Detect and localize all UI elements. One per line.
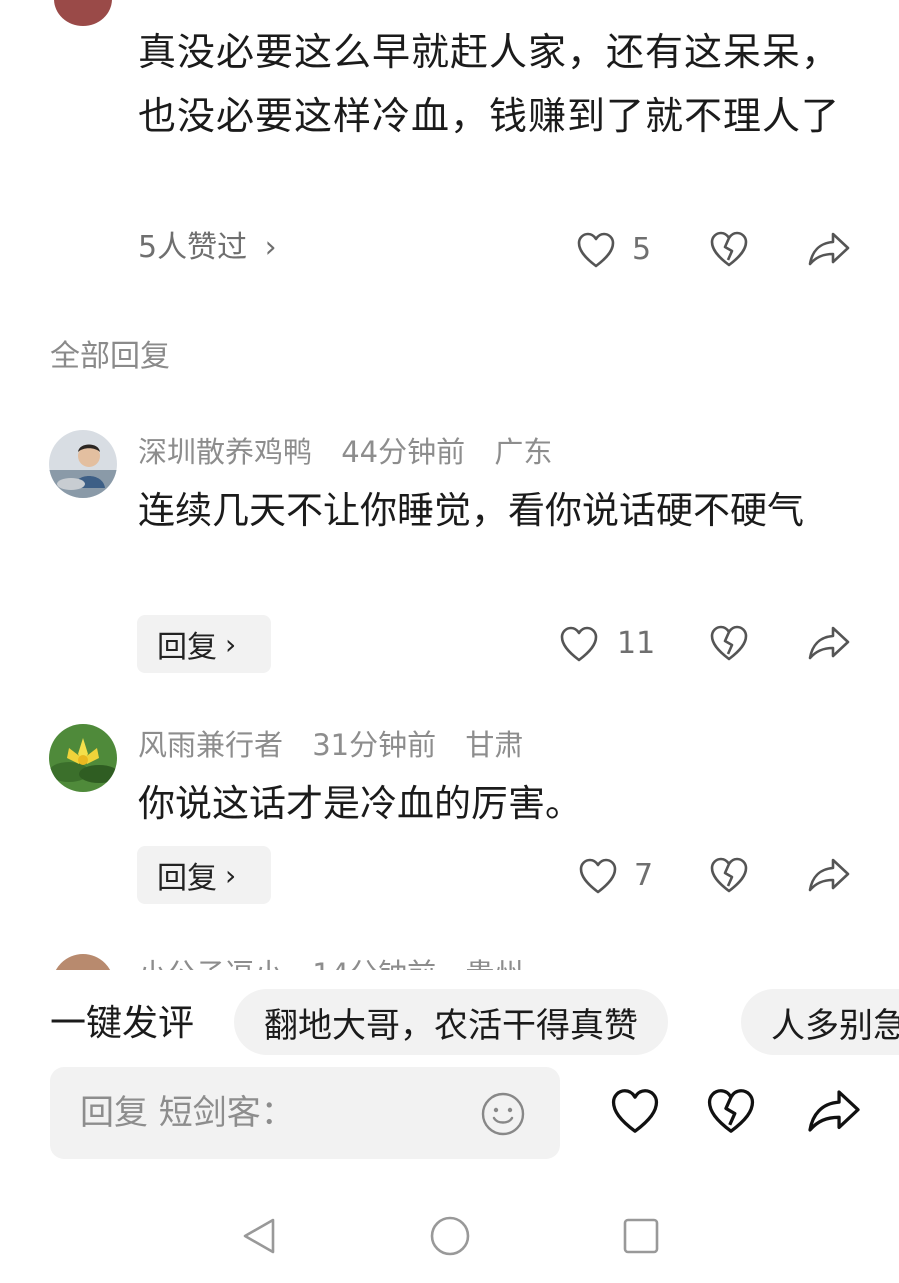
reply-meta: 深圳散养鸡鸭 44分钟前 广东 bbox=[138, 432, 572, 472]
reply-meta: 风雨兼行者 31分钟前 甘肃 bbox=[138, 725, 543, 765]
comment-text: 你说这话才是冷血的厉害。 bbox=[138, 782, 582, 825]
broken-heart-icon bbox=[707, 1089, 755, 1133]
like-button[interactable]: 11 bbox=[559, 624, 655, 664]
reply-input[interactable]: 回复 短剑客： bbox=[50, 1067, 560, 1159]
comment-text: 真没必要这么早就赶人家，还有这呆呆，也没必要这样冷血，钱赚到了就不理人了 bbox=[138, 30, 841, 138]
heart-icon bbox=[560, 626, 598, 662]
avatar[interactable] bbox=[49, 724, 117, 792]
partial-reply: 小公子逗小 14分钟前 贵州 bbox=[0, 950, 899, 970]
smiley-icon bbox=[481, 1092, 525, 1136]
like-count: 7 bbox=[634, 858, 654, 893]
dislike-button[interactable] bbox=[709, 624, 749, 666]
heart-icon bbox=[611, 1089, 659, 1133]
share-icon bbox=[808, 1090, 860, 1132]
chevron-right-icon: › bbox=[225, 858, 237, 892]
square-recent-icon bbox=[623, 1218, 659, 1254]
location: 贵州 bbox=[465, 957, 523, 970]
broken-heart-icon bbox=[710, 231, 748, 267]
username[interactable]: 风雨兼行者 bbox=[138, 728, 283, 762]
avatar[interactable] bbox=[52, 954, 114, 970]
username[interactable]: 深圳散养鸡鸭 bbox=[138, 435, 312, 469]
location: 广东 bbox=[494, 435, 553, 469]
circle-home-icon bbox=[430, 1216, 470, 1256]
like-count: 11 bbox=[617, 626, 656, 661]
triangle-back-icon bbox=[243, 1218, 275, 1254]
comment-text: 连续几天不让你睡觉，看你说话硬不硬气 bbox=[138, 489, 804, 532]
emoji-button[interactable] bbox=[480, 1091, 526, 1141]
reply-button[interactable]: 回复 › bbox=[137, 846, 271, 904]
timestamp: 44分钟前 bbox=[341, 435, 466, 469]
section-title: 全部回复 bbox=[50, 339, 170, 374]
dislike-button[interactable] bbox=[709, 856, 749, 898]
reply-input-placeholder: 回复 短剑客： bbox=[80, 1093, 295, 1133]
nav-recent-button[interactable] bbox=[622, 1217, 660, 1259]
reply-meta: 小公子逗小 14分钟前 贵州 bbox=[138, 954, 543, 970]
broken-heart-icon bbox=[710, 625, 748, 661]
share-icon bbox=[808, 232, 850, 266]
reply-label: 回复 bbox=[157, 630, 217, 665]
share-button[interactable] bbox=[806, 1087, 862, 1139]
quick-comment-label: 一键发评 bbox=[50, 1003, 195, 1044]
quick-comment-chip[interactable]: 翻地大哥，农活干得真赞 bbox=[234, 989, 668, 1055]
reply-button[interactable]: 回复 › bbox=[137, 615, 271, 673]
system-nav-bar bbox=[0, 1190, 899, 1283]
avatar[interactable] bbox=[54, 0, 112, 26]
nav-back-button[interactable] bbox=[240, 1216, 278, 1260]
timestamp: 14分钟前 bbox=[312, 957, 436, 970]
share-button[interactable] bbox=[807, 856, 851, 898]
dislike-button[interactable] bbox=[709, 230, 749, 272]
share-icon bbox=[808, 858, 850, 892]
share-icon bbox=[808, 626, 850, 660]
chevron-right-icon: › bbox=[225, 627, 237, 661]
reply-label: 回复 bbox=[157, 861, 217, 896]
like-button[interactable]: 7 bbox=[578, 856, 653, 896]
broken-heart-icon bbox=[710, 857, 748, 893]
like-count: 5 bbox=[632, 232, 652, 267]
heart-icon bbox=[577, 232, 615, 268]
dislike-button[interactable] bbox=[705, 1087, 757, 1139]
like-button[interactable] bbox=[609, 1087, 661, 1139]
avatar[interactable] bbox=[49, 430, 117, 498]
heart-icon bbox=[579, 858, 617, 894]
share-button[interactable] bbox=[807, 230, 851, 272]
share-button[interactable] bbox=[807, 624, 851, 666]
nav-home-button[interactable] bbox=[429, 1215, 471, 1261]
likers-link[interactable]: 5人赞过 › bbox=[138, 228, 277, 268]
quick-comment-chip[interactable]: 人多别急 bbox=[741, 989, 899, 1055]
username[interactable]: 小公子逗小 bbox=[138, 957, 283, 970]
like-button[interactable]: 5 bbox=[576, 230, 651, 270]
chevron-right-icon: › bbox=[264, 230, 277, 265]
timestamp: 31分钟前 bbox=[312, 728, 437, 762]
likers-label: 5人赞过 bbox=[138, 230, 248, 265]
location: 甘肃 bbox=[465, 728, 524, 762]
